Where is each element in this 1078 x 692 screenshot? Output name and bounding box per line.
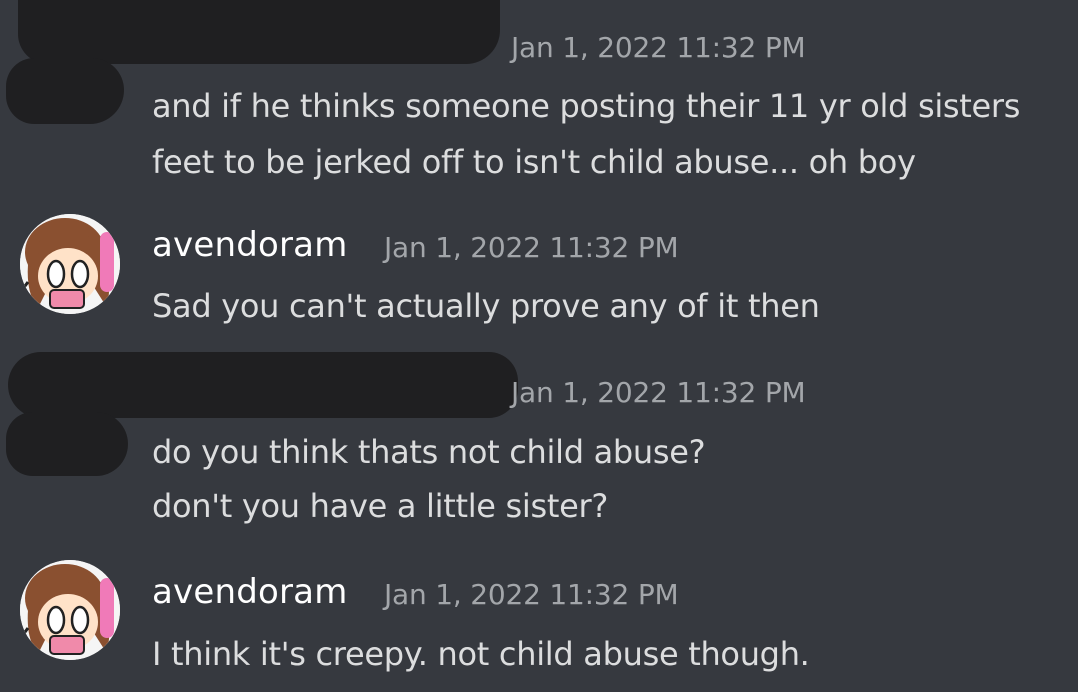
anime-girl-avatar-icon[interactable] <box>20 214 120 314</box>
message-group-4: avendoram Jan 1, 2022 11:32 PM I think i… <box>0 550 1078 692</box>
message-text-line: do you think thats not child abuse? <box>152 433 706 471</box>
author-username[interactable]: avendoram <box>152 572 348 612</box>
message-text-line: don't you have a little sister? <box>152 487 609 525</box>
redacted-author-name <box>18 0 500 64</box>
message-group-2: avendoram Jan 1, 2022 11:32 PM Sad you c… <box>0 200 1078 350</box>
redacted-avatar <box>6 412 128 476</box>
message-timestamp: Jan 1, 2022 11:32 PM <box>384 231 679 264</box>
message-text-line: feet to be jerked off to isn't child abu… <box>152 143 916 181</box>
author-username[interactable]: avendoram <box>152 225 348 265</box>
message-text-line: and if he thinks someone posting their 1… <box>152 87 1021 125</box>
anime-girl-avatar-icon[interactable] <box>20 560 120 660</box>
chat-message-list: Jan 1, 2022 11:32 PM and if he thinks so… <box>0 0 1078 692</box>
redacted-author-name <box>8 352 518 418</box>
message-text-line: I think it's creepy. not child abuse tho… <box>152 635 810 673</box>
redacted-avatar <box>6 58 124 124</box>
message-timestamp: Jan 1, 2022 11:32 PM <box>511 376 806 409</box>
message-group-3: Jan 1, 2022 11:32 PM do you think thats … <box>0 346 1078 546</box>
message-timestamp: Jan 1, 2022 11:32 PM <box>384 578 679 611</box>
message-timestamp: Jan 1, 2022 11:32 PM <box>511 31 806 64</box>
message-text-line: Sad you can't actually prove any of it t… <box>152 287 820 325</box>
message-group-1: Jan 1, 2022 11:32 PM and if he thinks so… <box>0 0 1078 200</box>
